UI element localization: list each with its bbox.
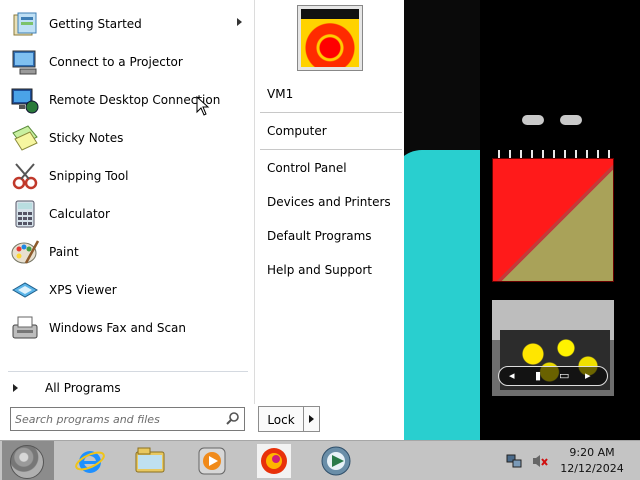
taskbar: 9:20 AM 12/12/2024 — [0, 440, 640, 480]
program-label: Calculator — [49, 207, 110, 221]
help-support-link[interactable]: Help and Support — [267, 263, 372, 277]
program-getting-started[interactable]: Getting Started — [0, 6, 254, 42]
xps-viewer-icon — [12, 282, 38, 298]
program-connect-projector[interactable]: Connect to a Projector — [0, 44, 254, 80]
app-icon[interactable] — [318, 443, 354, 479]
program-label: Sticky Notes — [49, 131, 124, 145]
program-paint[interactable]: Paint — [0, 234, 254, 270]
media-player-icon[interactable] — [194, 443, 230, 479]
mouse-cursor-icon — [196, 96, 210, 116]
program-label: Getting Started — [49, 17, 142, 31]
start-menu: Getting Started Connect to a Projector R… — [0, 0, 404, 440]
search-box[interactable] — [10, 407, 245, 431]
divider — [8, 371, 248, 372]
triangle-right-icon — [13, 384, 18, 392]
next-icon[interactable]: ▸ — [585, 369, 591, 382]
program-label: Paint — [49, 245, 79, 259]
program-label: XPS Viewer — [49, 283, 117, 297]
clock-time: 9:20 AM — [569, 446, 615, 459]
divider — [260, 149, 402, 150]
search-input[interactable] — [15, 411, 220, 427]
program-xps-viewer[interactable]: XPS Viewer — [0, 272, 254, 308]
all-programs-label: All Programs — [45, 381, 121, 395]
slide-icon[interactable]: ▮ — [535, 369, 541, 382]
previous-icon[interactable]: ◂ — [509, 369, 515, 382]
slideshow-controls[interactable]: ◂ ▮ ▭ ▸ — [498, 366, 608, 386]
sticky-notes-icon — [12, 125, 38, 151]
all-programs-button[interactable]: All Programs — [0, 376, 254, 400]
notepad-pad — [492, 158, 614, 282]
program-label: Connect to a Projector — [49, 55, 183, 69]
start-menu-bottom-bar: Lock — [0, 404, 404, 440]
programs-pane: Getting Started Connect to a Projector R… — [0, 0, 254, 404]
remote-desktop-icon — [11, 88, 39, 114]
network-icon[interactable] — [506, 453, 522, 469]
program-snipping-tool[interactable]: Snipping Tool — [0, 158, 254, 194]
program-remote-desktop[interactable]: Remote Desktop Connection — [0, 82, 254, 118]
search-icon[interactable] — [225, 411, 241, 427]
default-programs-link[interactable]: Default Programs — [267, 229, 372, 243]
program-calculator[interactable]: Calculator — [0, 196, 254, 232]
flower-picture-icon — [301, 19, 359, 67]
fax-scan-icon — [12, 316, 38, 339]
submenu-arrow-icon[interactable] — [237, 18, 242, 26]
user-folder-link[interactable]: VM1 — [267, 87, 293, 101]
devices-printers-link[interactable]: Devices and Printers — [267, 195, 391, 209]
divider — [260, 112, 402, 113]
start-orb-icon — [10, 445, 44, 479]
getting-started-icon — [13, 12, 37, 36]
clock-date: 12/12/2024 — [560, 462, 624, 475]
notepad-gadget[interactable] — [492, 150, 614, 282]
control-panel-link[interactable]: Control Panel — [267, 161, 347, 175]
snipping-tool-icon — [12, 163, 38, 190]
user-picture[interactable] — [298, 6, 362, 70]
internet-explorer-icon[interactable] — [72, 443, 108, 479]
gadget-controls[interactable] — [522, 113, 590, 127]
projector-icon — [12, 50, 37, 75]
view-icon[interactable]: ▭ — [559, 369, 569, 382]
shutdown-options-button[interactable] — [304, 406, 320, 432]
computer-link[interactable]: Computer — [267, 124, 327, 138]
calculator-icon — [15, 200, 35, 228]
program-sticky-notes[interactable]: Sticky Notes — [0, 120, 254, 156]
clock[interactable]: 9:20 AM 12/12/2024 — [556, 445, 628, 477]
start-button[interactable] — [2, 441, 54, 480]
program-fax-scan[interactable]: Windows Fax and Scan — [0, 310, 254, 346]
windows-explorer-icon[interactable] — [132, 443, 168, 479]
volume-muted-icon[interactable] — [532, 453, 548, 469]
firefox-icon[interactable] — [256, 443, 292, 479]
lock-button[interactable]: Lock — [258, 406, 304, 432]
program-label: Remote Desktop Connection — [49, 93, 221, 107]
paint-icon — [11, 240, 40, 264]
program-label: Snipping Tool — [49, 169, 129, 183]
program-label: Windows Fax and Scan — [49, 321, 187, 335]
lock-label: Lock — [267, 413, 295, 427]
triangle-right-icon — [309, 415, 314, 423]
